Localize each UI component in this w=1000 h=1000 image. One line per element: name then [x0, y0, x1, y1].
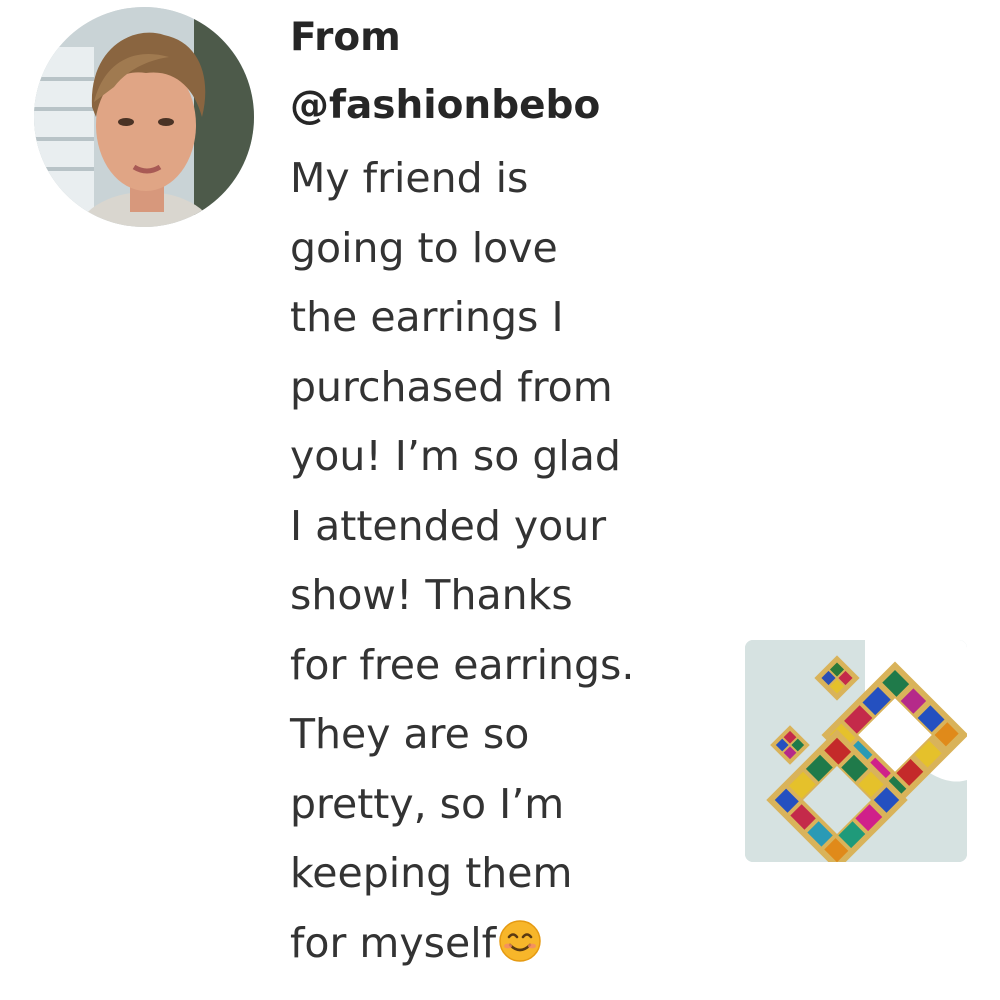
message-line: purchased from — [290, 362, 613, 411]
message-column: From @fashionbebo My friend is going to … — [290, 10, 720, 978]
message-line: They are so — [290, 710, 530, 758]
message-line: you! I’m so glad — [290, 432, 621, 480]
sender-username[interactable]: @fashionbebo — [290, 76, 720, 136]
product-image[interactable] — [745, 640, 967, 862]
review-card: From @fashionbebo My friend is going to … — [0, 0, 1000, 1000]
message-line: going to love — [290, 223, 558, 272]
smiling-face-emoji-icon — [498, 919, 542, 963]
message-line: keeping them — [290, 849, 573, 897]
message-line-last: for myself — [290, 909, 720, 979]
avatar[interactable] — [34, 7, 254, 227]
message-line: for free earrings. — [290, 640, 635, 689]
message-line-text: for myself — [290, 918, 497, 967]
message-line: pretty, so I’m — [290, 779, 565, 828]
message-line: show! Thanks — [290, 571, 573, 619]
from-label: From — [290, 15, 401, 60]
message-body: My friend is going to love the earrings … — [290, 144, 720, 978]
earrings-photo-icon — [745, 640, 967, 862]
profile-photo-icon — [34, 7, 254, 227]
message-line: I attended your — [290, 501, 607, 550]
message-line: My friend is — [290, 154, 529, 202]
message-line: the earrings I — [290, 293, 564, 341]
